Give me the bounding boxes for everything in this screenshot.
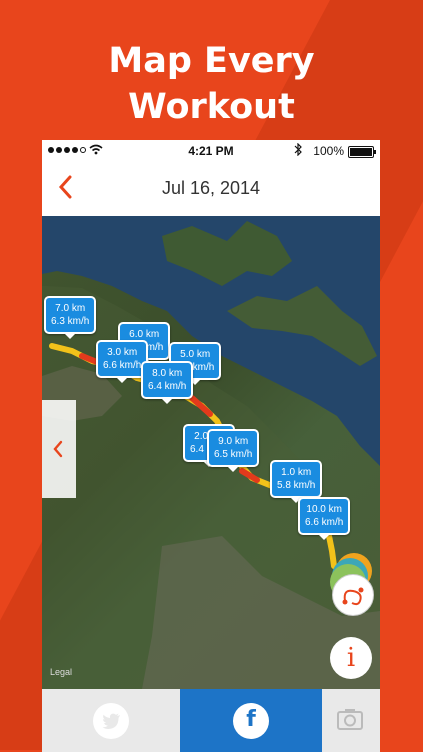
marker-pace: 6.4 km/h — [148, 381, 187, 392]
route-toggle-button[interactable] — [332, 574, 374, 616]
share-bar: f — [42, 689, 380, 752]
headline-line-2: Workout — [128, 87, 295, 127]
marker-pace: 6.6 km/h — [103, 360, 142, 371]
split-marker[interactable]: 7.0 km 6.3 km/h — [44, 296, 97, 339]
marker-distance: 8.0 km — [152, 368, 183, 379]
marker-distance: 10.0 km — [306, 504, 342, 515]
previous-workout-tab[interactable] — [42, 400, 76, 498]
marker-distance: 5.0 km — [180, 349, 211, 360]
marker-pace: 6.6 km/h — [305, 517, 344, 528]
bluetooth-icon — [294, 142, 302, 159]
marker-distance: 3.0 km — [107, 347, 138, 358]
camera-icon — [337, 709, 363, 730]
split-marker[interactable]: 10.0 km 6.6 km/h — [298, 497, 351, 540]
facebook-icon: f — [246, 707, 256, 732]
split-marker[interactable]: 1.0 km 5.8 km/h — [270, 460, 323, 503]
marker-pace: 5.8 km/h — [277, 480, 316, 491]
legal-link[interactable]: Legal — [50, 667, 72, 677]
info-button[interactable]: i — [330, 637, 372, 679]
promo-headline: Map Every Workout — [0, 38, 423, 130]
marker-distance: 7.0 km — [55, 303, 86, 314]
twitter-share-button[interactable] — [42, 689, 180, 752]
navigation-bar: Jul 16, 2014 — [42, 162, 380, 217]
battery-icon — [348, 146, 376, 158]
camera-button[interactable] — [322, 689, 380, 752]
battery-percent: 100% — [313, 144, 344, 158]
marker-pace: 6.3 km/h — [51, 316, 90, 327]
split-marker[interactable]: 8.0 km 6.4 km/h — [141, 361, 194, 404]
status-bar: 4:21 PM 100% — [42, 140, 380, 162]
split-marker[interactable]: 9.0 km 6.5 km/h — [207, 429, 260, 472]
chevron-left-icon — [53, 440, 63, 458]
marker-pace: 6.5 km/h — [214, 449, 253, 460]
marker-distance: 1.0 km — [281, 467, 312, 478]
route-icon — [342, 587, 364, 606]
page-title: Jul 16, 2014 — [161, 178, 261, 198]
twitter-icon — [102, 713, 120, 729]
workout-map[interactable]: 7.0 km 6.3 km/h 6.0 km 6.4 km/h 3.0 km 6… — [42, 216, 380, 689]
headline-line-1: Map Every — [108, 41, 315, 81]
phone-screen: 4:21 PM 100% Jul 16, 2014 7.0 km 6.3 km/… — [42, 140, 380, 752]
facebook-share-button[interactable]: f — [180, 689, 322, 752]
marker-distance: 9.0 km — [218, 436, 249, 447]
